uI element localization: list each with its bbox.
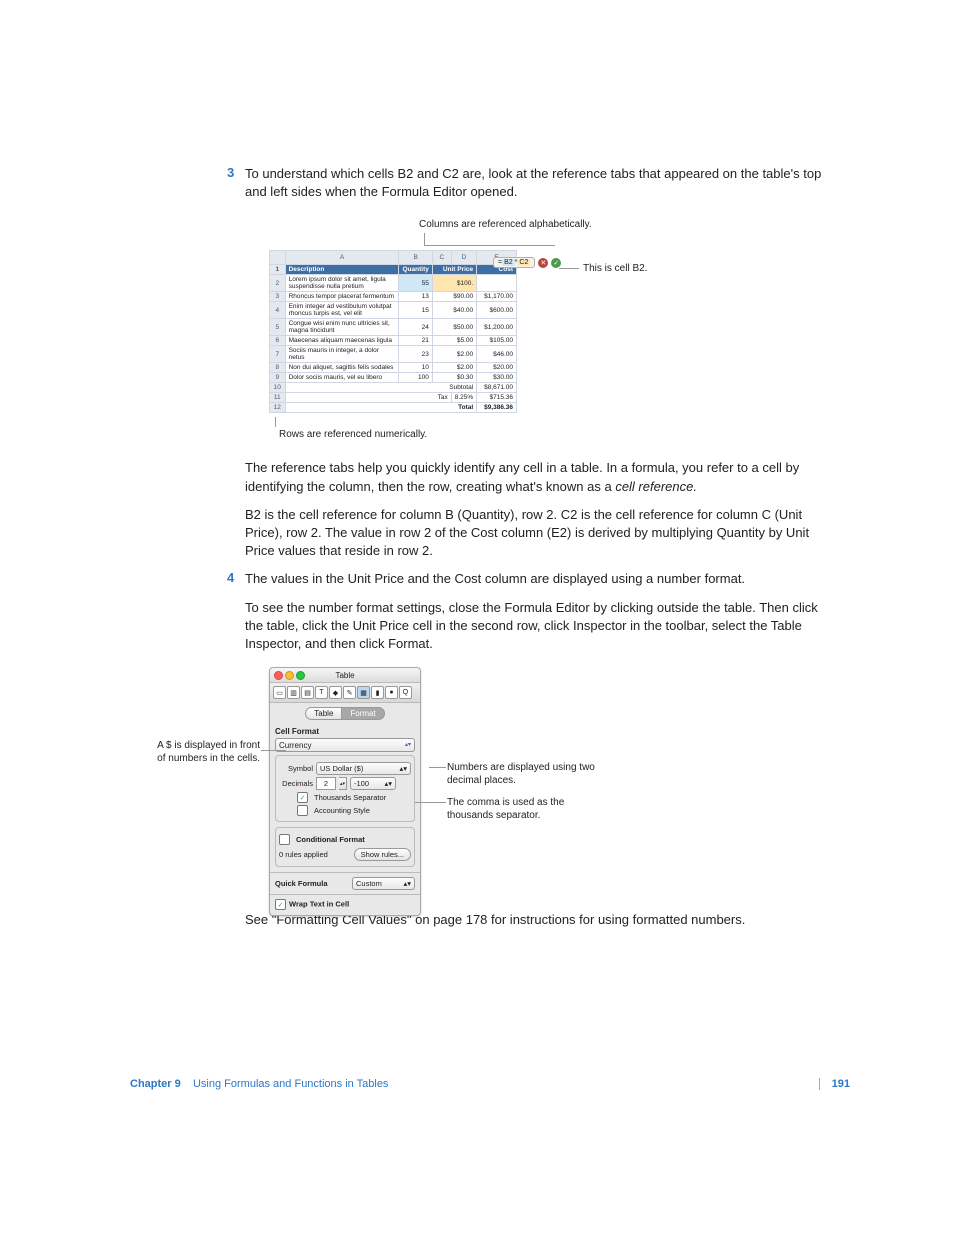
inspector-titlebar: Table xyxy=(270,668,420,683)
decimals-stepper[interactable]: ▴▾ xyxy=(339,777,347,790)
step-4: 4 The values in the Unit Price and the C… xyxy=(245,570,835,588)
para-reference-tabs: The reference tabs help you quickly iden… xyxy=(245,459,835,495)
table-inspector: Table ▭ ▥ ▤ T ◆ ✎ ▦ ▮ ● Q Table Format C… xyxy=(269,667,421,916)
columns-caption: Columns are referenced alphabetically. xyxy=(419,219,819,246)
decimals-field[interactable]: 2 xyxy=(316,777,336,790)
quick-formula-select[interactable]: Custom▴▾ xyxy=(352,877,415,890)
rows-caption: Rows are referenced numerically. xyxy=(279,417,819,441)
table-icon[interactable]: ▦ xyxy=(357,686,370,699)
thousands-checkbox[interactable]: ✓ xyxy=(297,792,308,803)
para-b2-explain: B2 is the cell reference for column B (Q… xyxy=(245,506,835,561)
hdr-unit: Unit Price xyxy=(432,265,476,275)
col-c: C xyxy=(432,251,451,265)
symbol-label: Symbol xyxy=(279,764,313,773)
cancel-icon[interactable]: ✕ xyxy=(538,258,548,268)
callout-b2: This is cell B2. xyxy=(559,263,647,274)
graphic-icon[interactable]: ◆ xyxy=(329,686,342,699)
wrap-label: Wrap Text in Cell xyxy=(289,900,349,909)
qt-icon[interactable]: Q xyxy=(399,686,412,699)
formula-bubble[interactable]: =B2*C2 xyxy=(493,257,535,268)
anno-dollar: A $ is displayed in front of numbers in … xyxy=(152,740,260,765)
col-b: B xyxy=(399,251,432,265)
step-3-text: To understand which cells B2 and C2 are,… xyxy=(245,165,835,201)
spreadsheet-figure: Columns are referenced alphabetically. A… xyxy=(269,219,819,441)
inspector-figure: A $ is displayed in front of numbers in … xyxy=(269,667,835,897)
accounting-checkbox[interactable] xyxy=(297,805,308,816)
cell-format-label: Cell Format xyxy=(270,724,420,736)
link-icon[interactable]: ● xyxy=(385,686,398,699)
close-icon[interactable] xyxy=(274,671,283,680)
conditional-group: Conditional Format 0 rules applied Show … xyxy=(275,827,415,867)
text-icon[interactable]: T xyxy=(315,686,328,699)
anno-decimals: Numbers are displayed using two decimal … xyxy=(447,762,597,787)
step-number-4: 4 xyxy=(227,570,234,585)
rules-applied: 0 rules applied xyxy=(279,850,328,859)
hdr-desc: Description xyxy=(285,265,399,275)
chapter-title: Using Formulas and Functions in Tables xyxy=(193,1078,388,1090)
chapter-number: Chapter 9 xyxy=(130,1078,181,1090)
accounting-label: Accounting Style xyxy=(314,806,370,815)
page-footer: Chapter 9 Using Formulas and Functions i… xyxy=(130,1078,850,1090)
para-to-see: To see the number format settings, close… xyxy=(245,599,835,654)
zoom-icon[interactable] xyxy=(296,671,305,680)
anno-comma: The comma is used as the thousands separ… xyxy=(447,797,597,822)
decimals-label: Decimals xyxy=(279,779,313,788)
inspector-title: Table xyxy=(335,671,354,680)
page-number: 191 xyxy=(819,1078,850,1090)
currency-group: Symbol US Dollar ($)▴▾ Decimals 2 ▴▾ -10… xyxy=(275,755,415,822)
thousands-label: Thousands Separator xyxy=(314,793,386,802)
row-1: 1 xyxy=(270,265,286,275)
doc-icon[interactable]: ▭ xyxy=(273,686,286,699)
step-4-text: The values in the Unit Price and the Cos… xyxy=(245,570,835,588)
cell-format-select[interactable]: Currency▴▾ xyxy=(275,738,415,752)
step-number-3: 3 xyxy=(227,165,234,180)
show-rules-button[interactable]: Show rules... xyxy=(354,848,411,861)
metrics-icon[interactable]: ✎ xyxy=(343,686,356,699)
layout-icon[interactable]: ▥ xyxy=(287,686,300,699)
minimize-icon[interactable] xyxy=(285,671,294,680)
inspector-toolbar: ▭ ▥ ▤ T ◆ ✎ ▦ ▮ ● Q xyxy=(270,683,420,703)
conditional-label: Conditional Format xyxy=(296,835,365,844)
tab-table[interactable]: Table xyxy=(305,707,342,720)
col-a: A xyxy=(285,251,399,265)
corner-cell xyxy=(270,251,286,265)
step-3: 3 To understand which cells B2 and C2 ar… xyxy=(245,165,835,201)
wrap-icon[interactable]: ▤ xyxy=(301,686,314,699)
formula-editor: =B2*C2 ✕ ✓ xyxy=(493,257,561,268)
wrap-checkbox[interactable]: ✓ xyxy=(275,899,286,910)
symbol-select[interactable]: US Dollar ($)▴▾ xyxy=(316,762,411,775)
chart-icon[interactable]: ▮ xyxy=(371,686,384,699)
negative-select[interactable]: -100▴▾ xyxy=(350,777,396,790)
conditional-checkbox[interactable] xyxy=(279,834,290,845)
tab-format[interactable]: Format xyxy=(342,707,384,720)
col-d: D xyxy=(451,251,476,265)
spreadsheet-table: A B C D E 1 Description Quantity Unit Pr… xyxy=(269,250,517,413)
hdr-qty: Quantity xyxy=(399,265,432,275)
quick-formula-label: Quick Formula xyxy=(275,879,328,888)
